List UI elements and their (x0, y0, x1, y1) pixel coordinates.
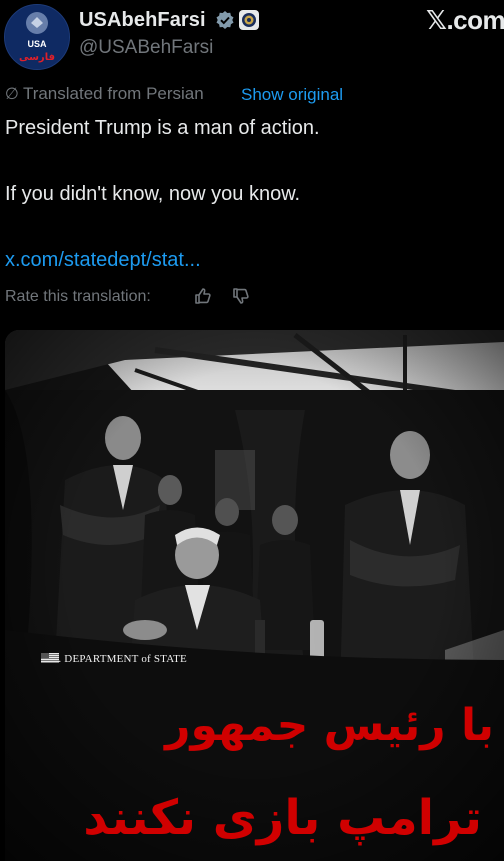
overlay-text-line-1: با رئیس جمهور (165, 700, 494, 751)
tweet-link[interactable]: x.com/statedept/stat... (5, 249, 201, 272)
tweet-text-line-2: If you didn't know, now you know. (5, 183, 301, 205)
photo-caption-text: U.S. DEPARTMENT of STATE (41, 653, 187, 665)
verified-check-icon[interactable] (215, 10, 235, 30)
show-original-link[interactable]: Show original (241, 85, 343, 105)
translation-note-text: Translated from Persian (22, 84, 204, 103)
tweet-text-line-1: President Trump is a man of action. (5, 117, 320, 139)
tweet-media-photo[interactable]: U.S. DEPARTMENT of STATE با رئیس جمهور ت… (5, 330, 504, 861)
photo-caption: U.S. DEPARTMENT of STATE (41, 653, 187, 665)
account-handle[interactable]: @USABehFarsi (79, 37, 213, 59)
translate-icon: ∅ (5, 86, 19, 103)
x-logo-icon[interactable]: 𝕏.com (426, 5, 504, 36)
badges (215, 10, 259, 30)
rate-translation-label: Rate this translation: (5, 288, 151, 305)
translation-note: ∅ Translated from Persian (5, 84, 204, 104)
avatar[interactable]: USA فارسی (4, 4, 70, 70)
tweet-header: USA فارسی USAbehFarsi @USABehFarsi 𝕏.com (0, 0, 504, 76)
thumbs-up-icon[interactable] (193, 286, 213, 306)
account-name[interactable]: USAbehFarsi (79, 9, 206, 32)
overlay-text-line-2: ترامپ بازی نکنند (83, 790, 482, 846)
avatar-logo: USA فارسی (5, 5, 69, 69)
photo-scene (5, 330, 504, 861)
avatar-subtext: فارسی (19, 52, 55, 63)
thumbs-down-icon[interactable] (231, 286, 251, 306)
us-flag-icon (41, 653, 59, 663)
state-seal-icon[interactable] (239, 10, 259, 30)
avatar-text: USA (27, 39, 47, 49)
